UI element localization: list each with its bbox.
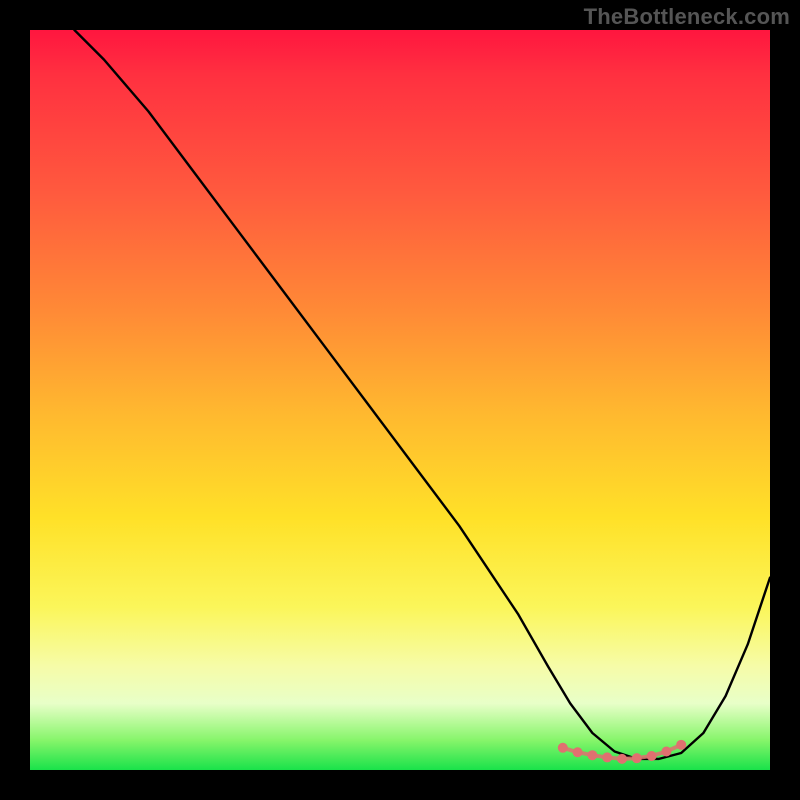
marker-dot <box>647 751 657 761</box>
chart-stage: TheBottleneck.com <box>0 0 800 800</box>
plot-svg <box>30 30 770 770</box>
marker-dot <box>617 754 627 764</box>
watermark-text: TheBottleneck.com <box>584 4 790 30</box>
marker-dot <box>602 752 612 762</box>
marker-dot <box>558 743 568 753</box>
marker-dot <box>587 750 597 760</box>
marker-dot <box>573 747 583 757</box>
plot-area <box>30 30 770 770</box>
marker-dot <box>661 747 671 757</box>
curve-path <box>74 30 770 759</box>
marker-dot <box>632 753 642 763</box>
marker-dot <box>676 740 686 750</box>
